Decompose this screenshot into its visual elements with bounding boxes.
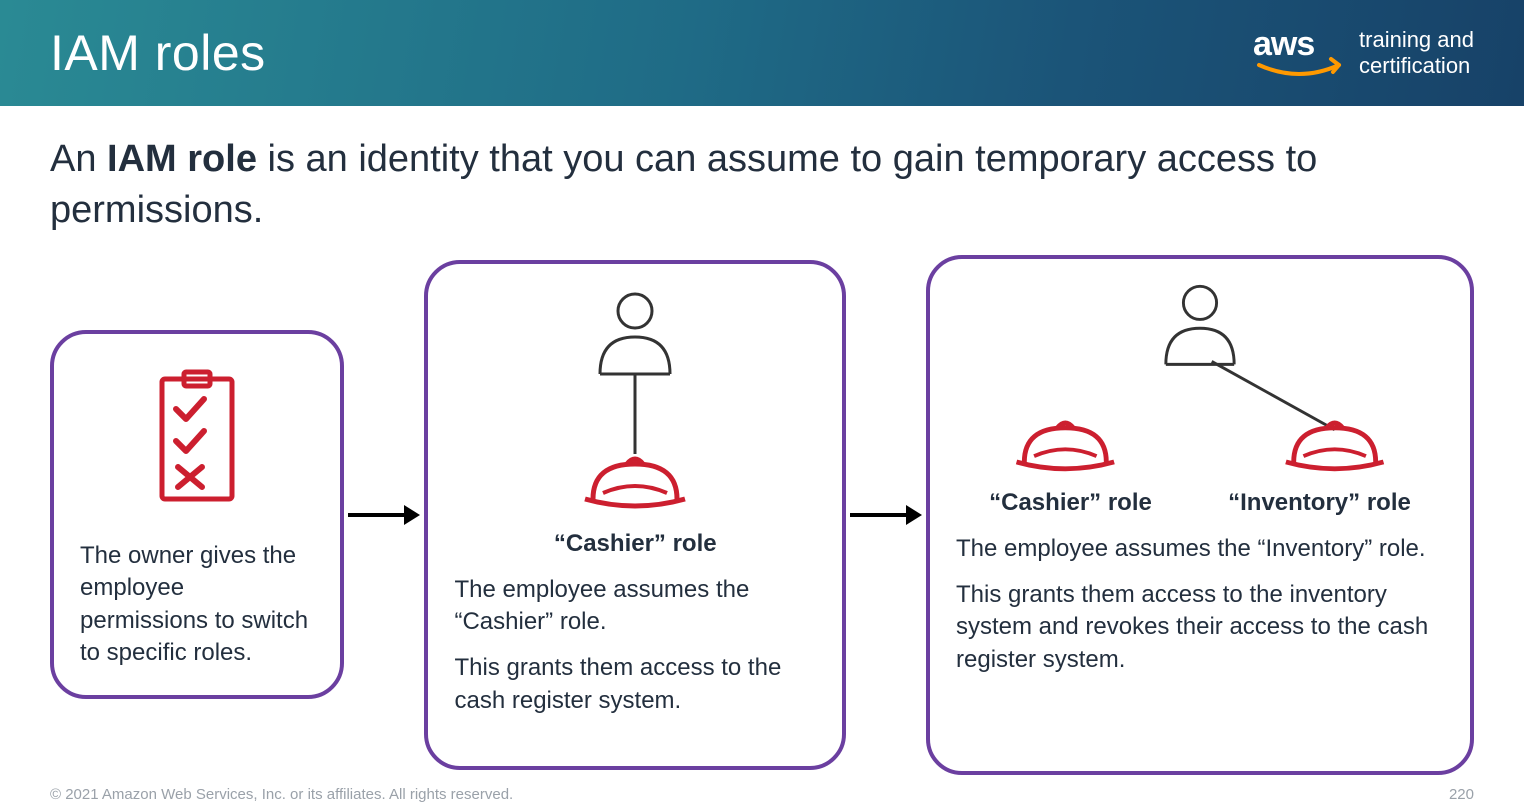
lead-bold: IAM role [107,138,257,180]
aws-tagline: training and certification [1359,27,1474,80]
aws-logo-block: aws training and certification [1253,25,1474,81]
slide-content: An IAM role is an identity that you can … [0,106,1524,775]
box-inventory-role: “Cashier” role “Inventory” role The empl… [926,255,1474,775]
arrow-right-icon [344,500,424,530]
box2-role-label: “Cashier” role [454,530,816,558]
box2-p1: The employee assumes the “Cashier” role. [454,574,816,639]
arrow-right-icon [846,500,926,530]
copyright-text: © 2021 Amazon Web Services, Inc. or its … [50,786,513,803]
box3-role-labels: “Cashier” role “Inventory” role [956,483,1444,517]
person-hardhat-icon [545,289,725,519]
lead-sentence: An IAM role is an identity that you can … [50,134,1474,237]
slide-header: IAM roles aws training and certification [0,0,1524,106]
box3-role-label-right: “Inventory” role [1228,489,1411,517]
box-cashier-role: “Cashier” role The employee assumes the … [424,260,846,770]
box2-text: The employee assumes the “Cashier” role.… [454,574,816,718]
box-owner-permissions: The owner gives the employee permissions… [50,330,344,700]
lead-prefix: An [50,138,107,180]
page-number: 220 [1449,786,1474,803]
person-two-hardhats-icon [956,279,1444,479]
box2-p2: This grants them access to the cash regi… [454,652,816,717]
aws-logo-icon: aws [1253,25,1345,81]
checklist-icon [142,369,252,509]
box1-paragraph: The owner gives the employee permissions… [80,540,314,670]
box3-p2: This grants them access to the inventory… [956,579,1444,676]
aws-tagline-line1: training and [1359,27,1474,52]
diagram-row: The owner gives the employee permissions… [50,255,1474,775]
svg-text:aws: aws [1253,25,1314,63]
box3-p1: The employee assumes the “Inventory” rol… [956,533,1444,565]
aws-tagline-line2: certification [1359,53,1470,78]
box3-role-label-left: “Cashier” role [989,489,1152,517]
arrow-1 [344,500,424,530]
box3-text: The employee assumes the “Inventory” rol… [956,533,1444,677]
slide-footer: © 2021 Amazon Web Services, Inc. or its … [50,786,1474,803]
slide-title: IAM roles [50,24,266,82]
box1-text: The owner gives the employee permissions… [80,540,314,670]
arrow-2 [846,500,926,530]
